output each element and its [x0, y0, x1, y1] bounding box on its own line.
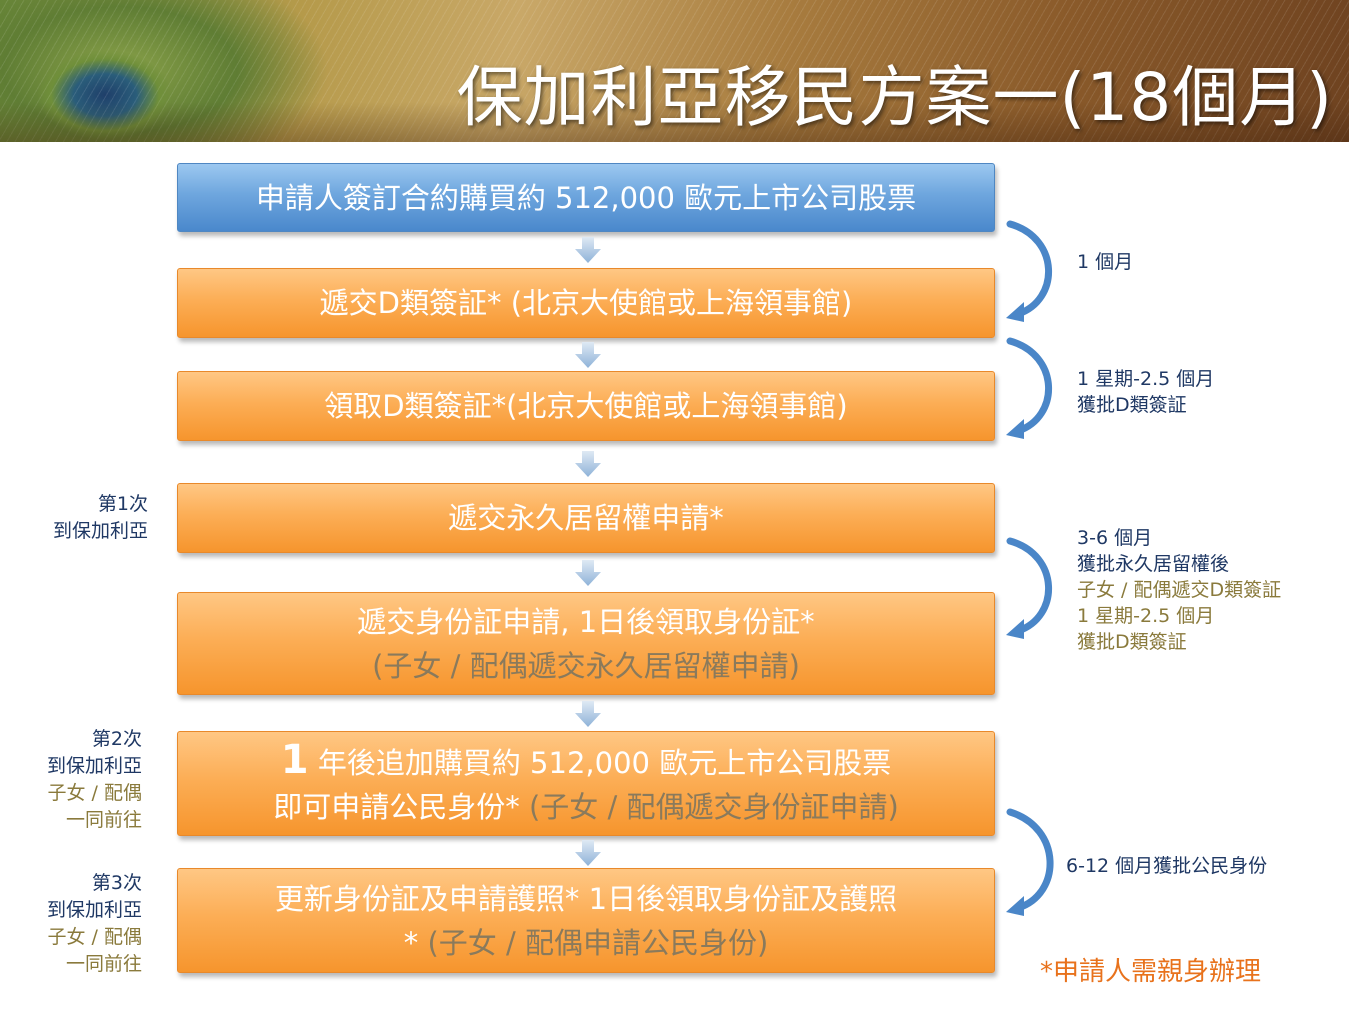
- visit-note-2-line2: 到保加利亞: [46, 755, 142, 777]
- step-4-box: 遞交永久居留權申請*: [177, 483, 995, 553]
- curved-arrow-icon: [1006, 808, 1054, 916]
- visit-note-2-line3: 子女 / 配偶: [47, 782, 142, 804]
- duration-note-2-line2: 獲批D類簽証: [1077, 394, 1187, 416]
- duration-note-2-line1: 1 星期-2.5 個月: [1077, 368, 1215, 390]
- step-6-subtext: (子女 / 配偶遞交身份証申請): [528, 790, 899, 824]
- step-3-box: 領取D類簽証*(北京大使館或上海領事館): [177, 371, 995, 441]
- down-arrow-icon: [575, 451, 601, 477]
- visit-note-2-line4: 一同前往: [65, 809, 142, 831]
- step-6-line1: 1 年後追加購買約 512,000 歐元上市公司股票: [281, 738, 891, 785]
- visit-note-1-line1: 第1次: [97, 493, 148, 515]
- header-banner: 保加利亞移民方案一(18個月): [0, 0, 1349, 142]
- visit-note-1-line2: 到保加利亞: [52, 520, 148, 542]
- step-7-line2-text: *: [403, 925, 428, 960]
- visit-note-2-line1: 第2次: [91, 728, 142, 750]
- duration-note-3-line3: 子女 / 配偶遞交D類簽証: [1077, 579, 1282, 601]
- duration-note-3: 3-6 個月 獲批永久居留權後 子女 / 配偶遞交D類簽証 1 星期-2.5 個…: [1077, 525, 1281, 655]
- step-7-text: 更新身份証及申請護照* 1日後領取身份証及護照: [274, 881, 898, 916]
- duration-note-2: 1 星期-2.5 個月 獲批D類簽証: [1077, 366, 1214, 418]
- footnote: *申請人需親身辦理: [1040, 957, 1262, 987]
- step-1-box: 申請人簽訂合約購買約 512,000 歐元上市公司股票: [177, 163, 995, 232]
- visit-note-3: 第3次 到保加利亞 子女 / 配偶 一同前往: [47, 870, 142, 978]
- step-6-number: 1: [280, 737, 309, 783]
- duration-note-3-line1: 3-6 個月: [1077, 527, 1153, 549]
- step-3-text: 領取D類簽証*(北京大使館或上海領事館): [324, 389, 848, 423]
- curved-arrow-icon: [1006, 537, 1053, 639]
- step-2-text: 遞交D類簽証* (北京大使館或上海領事館): [319, 286, 853, 320]
- down-arrow-icon: [575, 560, 601, 586]
- visit-note-2: 第2次 到保加利亞 子女 / 配偶 一同前往: [47, 726, 142, 834]
- step-4-text: 遞交永久居留權申請*: [448, 501, 724, 535]
- visit-note-3-line2: 到保加利亞: [46, 899, 142, 921]
- step-5-text: 遞交身份証申請, 1日後領取身份証*: [357, 604, 815, 639]
- visit-note-3-line3: 子女 / 配偶: [47, 926, 142, 948]
- step-7-line2: * (子女 / 配偶申請公民身份): [404, 921, 769, 965]
- down-arrow-icon: [575, 701, 601, 727]
- step-6-line2: 即可申請公民身份* (子女 / 配偶遞交身份証申請): [273, 785, 899, 829]
- step-5-subtext: (子女 / 配偶遞交永久居留權申請): [372, 648, 800, 683]
- page-title: 保加利亞移民方案一(18個月): [456, 59, 1333, 136]
- step-7-subtext: (子女 / 配偶申請公民身份): [427, 925, 769, 960]
- down-arrow-icon: [575, 237, 601, 263]
- duration-note-1: 1 個月: [1077, 251, 1134, 273]
- down-arrow-icon: [575, 342, 601, 368]
- duration-note-3-line5: 獲批D類簽証: [1077, 631, 1187, 653]
- step-7-box: 更新身份証及申請護照* 1日後領取身份証及護照 * (子女 / 配偶申請公民身份…: [177, 868, 995, 973]
- step-6-box: 1 年後追加購買約 512,000 歐元上市公司股票 即可申請公民身份* (子女…: [177, 731, 995, 836]
- step-6-line1-text: 年後追加購買約 512,000 歐元上市公司股票: [308, 746, 892, 780]
- down-arrow-icon: [575, 840, 601, 866]
- duration-note-4: 6-12 個月獲批公民身份: [1066, 855, 1268, 877]
- visit-note-1: 第1次 到保加利亞: [53, 491, 148, 545]
- curved-arrow-icon: [1006, 220, 1053, 322]
- step-1-text: 申請人簽訂合約購買約 512,000 歐元上市公司股票: [255, 180, 917, 215]
- step-5-box: 遞交身份証申請, 1日後領取身份証* (子女 / 配偶遞交永久居留權申請): [177, 592, 995, 695]
- duration-note-3-line4: 1 星期-2.5 個月: [1077, 605, 1215, 627]
- visit-note-3-line1: 第3次: [91, 872, 142, 894]
- step-2-box: 遞交D類簽証* (北京大使館或上海領事館): [177, 268, 995, 338]
- visit-note-3-line4: 一同前往: [65, 953, 142, 975]
- curved-arrow-icon: [1006, 337, 1053, 439]
- step-6-line2-text: 即可申請公民身份*: [273, 790, 529, 824]
- duration-note-3-line2: 獲批永久居留權後: [1077, 553, 1230, 575]
